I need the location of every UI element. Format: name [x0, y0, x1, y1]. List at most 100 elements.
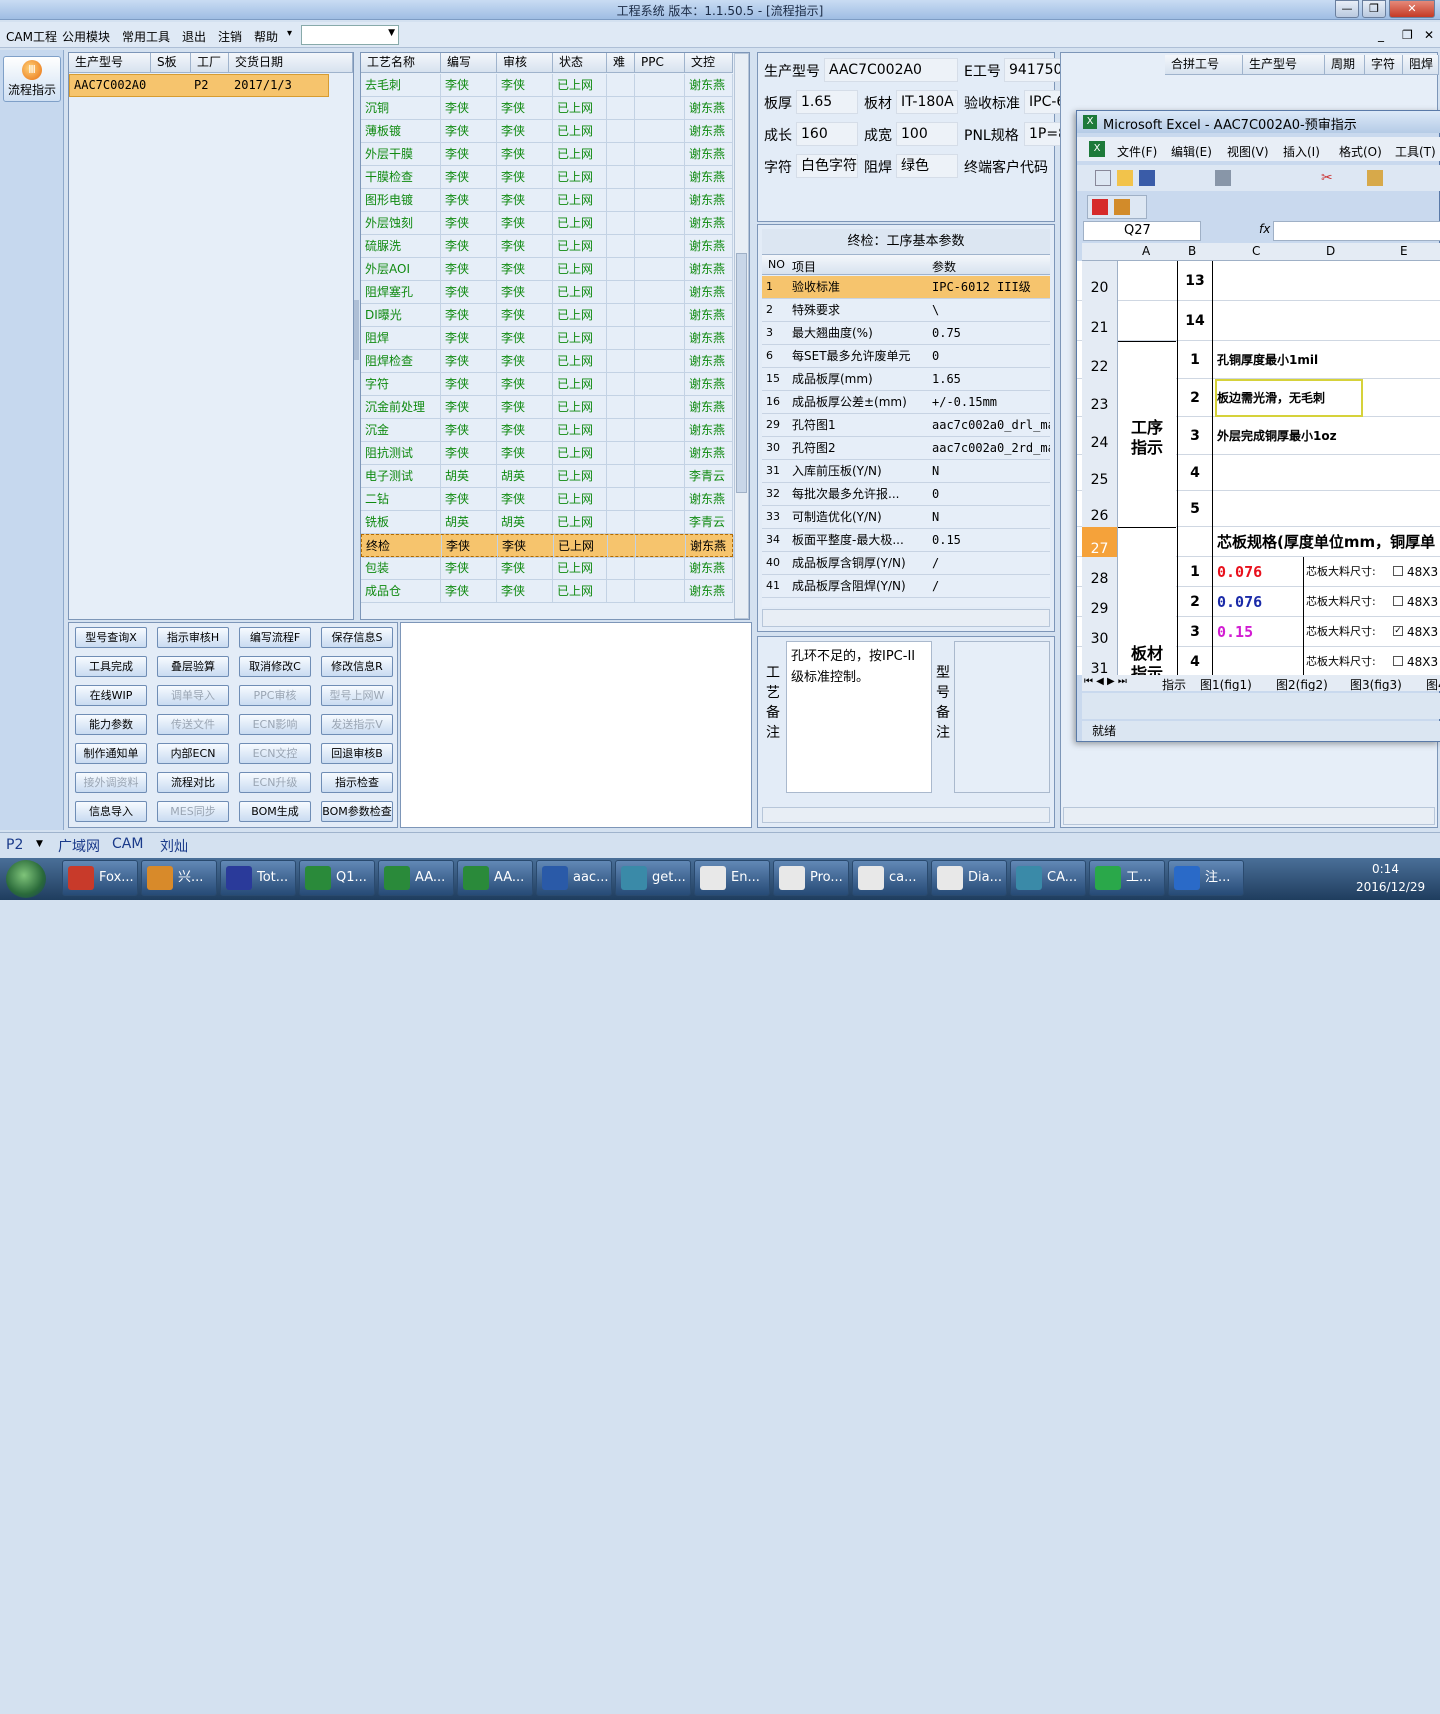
taskbar-item[interactable]: Q1...: [299, 860, 375, 896]
row-number[interactable]: 22: [1082, 341, 1118, 379]
action-button[interactable]: 能力参数: [75, 714, 147, 735]
excel-menu-edit[interactable]: 编辑(E): [1171, 143, 1212, 160]
action-button[interactable]: ECN文控: [239, 743, 311, 764]
param-row[interactable]: 34 板面平整度-最大极... 0.15: [762, 529, 1050, 552]
taskbar-item[interactable]: 工...: [1089, 860, 1165, 896]
cell-b[interactable]: 3: [1177, 617, 1213, 647]
col-merge-cycle[interactable]: 周期: [1325, 55, 1365, 75]
action-button[interactable]: 叠层验算: [157, 656, 229, 677]
process-row[interactable]: 铣板 胡英 胡英 已上网 李青云: [361, 511, 733, 534]
action-button[interactable]: 型号查询X: [75, 627, 147, 648]
cell-d[interactable]: 芯板大料尺寸:: [1303, 647, 1393, 675]
print-icon[interactable]: [1215, 170, 1231, 186]
process-row[interactable]: 外层蚀刻 李侠 李侠 已上网 谢东燕: [361, 212, 733, 235]
param-row[interactable]: 16 成品板厚公差±(mm) +/-0.15mm: [762, 391, 1050, 414]
process-row[interactable]: 电子测试 胡英 胡英 已上网 李青云: [361, 465, 733, 488]
cell-b[interactable]: 4: [1177, 455, 1213, 491]
cell-c[interactable]: [1215, 301, 1440, 341]
col-param[interactable]: 参数: [932, 258, 956, 275]
col-model[interactable]: 生产型号: [69, 53, 151, 73]
taskbar-item[interactable]: get...: [615, 860, 691, 896]
cell-c[interactable]: 0.15: [1215, 617, 1301, 647]
process-row[interactable]: DI曝光 李侠 李侠 已上网 谢东燕: [361, 304, 733, 327]
fx-icon[interactable]: fx: [1259, 222, 1270, 236]
col-merge-mask[interactable]: 阻焊: [1403, 55, 1439, 75]
row-number[interactable]: 24: [1082, 417, 1118, 455]
cell-d[interactable]: 芯板大料尺寸:: [1303, 557, 1393, 587]
cell-d[interactable]: 芯板大料尺寸:: [1303, 587, 1393, 617]
pdf-icon[interactable]: [1092, 199, 1108, 215]
cell-b[interactable]: 4: [1177, 647, 1213, 675]
cell-b[interactable]: 13: [1177, 261, 1213, 301]
param-row[interactable]: 41 成品板厚含阻焊(Y/N) /: [762, 575, 1050, 598]
taskbar-item[interactable]: Pro...: [773, 860, 849, 896]
process-row[interactable]: 干膜检查 李侠 李侠 已上网 谢东燕: [361, 166, 733, 189]
col-doc-control[interactable]: 文控: [685, 53, 733, 73]
child-close-button[interactable]: ✕: [1424, 28, 1434, 42]
excel-row[interactable]: 20 13: [1077, 261, 1440, 301]
action-button[interactable]: 内部ECN: [157, 743, 229, 764]
process-row[interactable]: 阻焊塞孔 李侠 李侠 已上网 谢东燕: [361, 281, 733, 304]
cell-b[interactable]: 5: [1177, 491, 1213, 527]
excel-menu-format[interactable]: 格式(O): [1339, 143, 1382, 160]
restore-button[interactable]: ❐: [1362, 0, 1386, 18]
cell-c[interactable]: 板边需光滑，无毛刺: [1215, 379, 1363, 417]
param-row[interactable]: 3 最大翘曲度(%) 0.75: [762, 322, 1050, 345]
action-button[interactable]: MES同步: [157, 801, 229, 822]
menu-common-modules[interactable]: 公用模块: [62, 28, 110, 45]
process-row[interactable]: 成品仓 李侠 李侠 已上网 谢东燕: [361, 580, 733, 603]
col-s[interactable]: S板: [151, 53, 191, 73]
menubar-combobox[interactable]: ▼: [301, 25, 399, 45]
process-row[interactable]: 阻抗测试 李侠 李侠 已上网 谢东燕: [361, 442, 733, 465]
taskbar-item[interactable]: aac...: [536, 860, 612, 896]
process-row[interactable]: 薄板镀 李侠 李侠 已上网 谢东燕: [361, 120, 733, 143]
process-row[interactable]: 沉金 李侠 李侠 已上网 谢东燕: [361, 419, 733, 442]
cell-b[interactable]: [1177, 527, 1213, 557]
menu-tools[interactable]: 常用工具: [122, 28, 170, 45]
col-item[interactable]: 项目: [792, 258, 816, 275]
action-button[interactable]: BOM参数检查: [321, 801, 393, 822]
col-header-b[interactable]: B: [1188, 244, 1196, 258]
param-row[interactable]: 33 可制造优化(Y/N) N: [762, 506, 1050, 529]
menu-dropdown-icon[interactable]: ▾: [287, 28, 292, 39]
action-button[interactable]: 调单导入: [157, 685, 229, 706]
merged-material-cell[interactable]: 板材指示: [1118, 527, 1176, 675]
col-merge-model[interactable]: 生产型号: [1243, 55, 1325, 75]
cell-c[interactable]: 外层完成铜厚最小1oz: [1215, 417, 1440, 455]
excel-doc-icon[interactable]: X: [1089, 141, 1105, 157]
process-row[interactable]: 外层干膜 李侠 李侠 已上网 谢东燕: [361, 143, 733, 166]
param-row[interactable]: 15 成品板厚(mm) 1.65: [762, 368, 1050, 391]
save-icon[interactable]: [1139, 170, 1155, 186]
param-row[interactable]: 32 每批次最多允许报... 0: [762, 483, 1050, 506]
cell-b[interactable]: 2: [1177, 379, 1213, 417]
action-button[interactable]: 制作通知单: [75, 743, 147, 764]
excel-menu-file[interactable]: 文件(F): [1117, 143, 1157, 160]
process-row[interactable]: 外层AOI 李侠 李侠 已上网 谢东燕: [361, 258, 733, 281]
tab-nav-icon[interactable]: ⏮ ◀ ▶ ⏭: [1084, 676, 1127, 687]
process-scroll-thumb[interactable]: [736, 253, 747, 493]
action-button[interactable]: ECN影响: [239, 714, 311, 735]
row-number[interactable]: 31: [1082, 647, 1118, 675]
sheet-tab-1[interactable]: 图1(fig1): [1200, 676, 1252, 691]
process-row[interactable]: 二钻 李侠 李侠 已上网 谢东燕: [361, 488, 733, 511]
col-header-e[interactable]: E: [1400, 244, 1408, 258]
action-button[interactable]: 修改信息R: [321, 656, 393, 677]
action-button[interactable]: 取消修改C: [239, 656, 311, 677]
product-row[interactable]: AAC7C002A0 P2 2017/1/3: [69, 74, 329, 97]
cell-c[interactable]: 0.076: [1215, 557, 1301, 587]
process-row[interactable]: 阻焊 李侠 李侠 已上网 谢东燕: [361, 327, 733, 350]
action-button[interactable]: 在线WIP: [75, 685, 147, 706]
sheet-tab-2[interactable]: 图2(fig2): [1276, 676, 1328, 691]
checkbox-icon[interactable]: [1393, 596, 1403, 606]
col-merge-char[interactable]: 字符: [1365, 55, 1403, 75]
action-button[interactable]: 指示审核H: [157, 627, 229, 648]
factory-dropdown-icon[interactable]: ▼: [36, 839, 43, 849]
child-minimize-button[interactable]: _: [1378, 28, 1384, 42]
taskbar-item[interactable]: AA...: [378, 860, 454, 896]
menu-logout[interactable]: 注销: [218, 28, 242, 45]
col-header-d[interactable]: D: [1326, 244, 1335, 258]
process-row[interactable]: 阻焊检查 李侠 李侠 已上网 谢东燕: [361, 350, 733, 373]
process-row[interactable]: 去毛刺 李侠 李侠 已上网 谢东燕: [361, 74, 733, 97]
model-note-text[interactable]: [954, 641, 1050, 793]
action-button[interactable]: 工具完成: [75, 656, 147, 677]
